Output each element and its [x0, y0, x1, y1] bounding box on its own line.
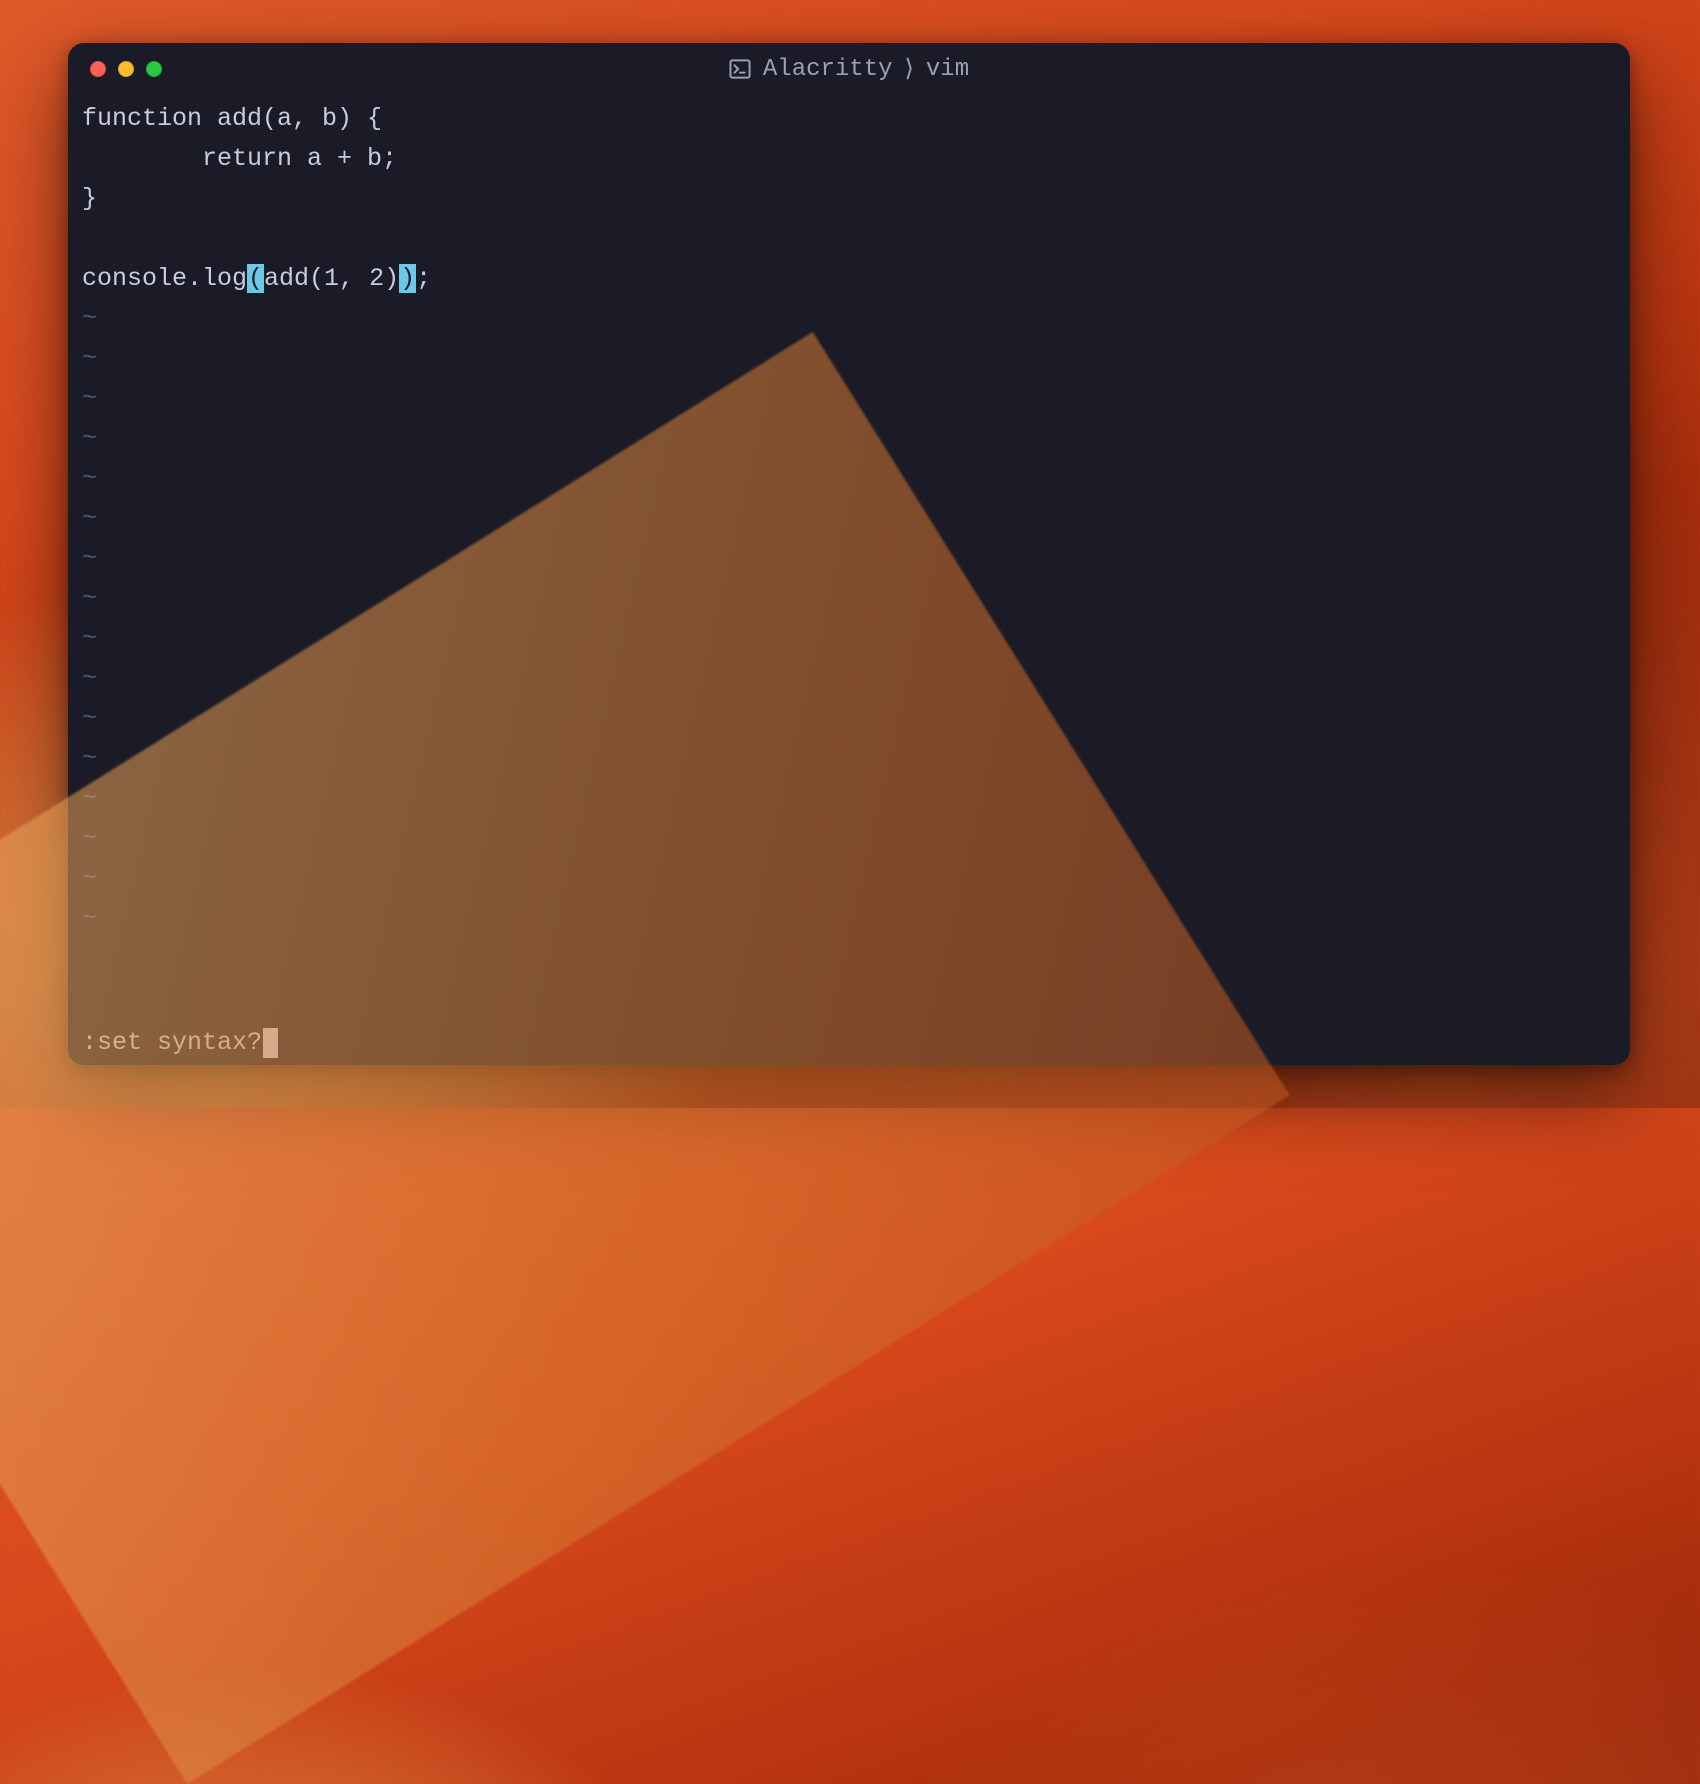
vim-empty-line: ~ — [82, 499, 1616, 539]
cursor-block-icon — [263, 1028, 278, 1058]
window-title: Alacritty ⟩ vim — [729, 54, 969, 84]
vim-command-line[interactable]: :set syntax? — [82, 1025, 1616, 1065]
code-line: } — [82, 179, 1616, 219]
window-title-proc: vim — [926, 56, 969, 83]
vim-empty-line: ~ — [82, 859, 1616, 899]
code-text: } — [82, 184, 97, 213]
window-title-sep: ⟩ — [905, 54, 914, 84]
vim-empty-line: ~ — [82, 539, 1616, 579]
close-button[interactable] — [90, 61, 106, 77]
minimize-button[interactable] — [118, 61, 134, 77]
code-line-blank — [82, 219, 1616, 259]
zoom-button[interactable] — [146, 61, 162, 77]
vim-empty-line: ~ — [82, 419, 1616, 459]
command-text: :set syntax? — [82, 1023, 262, 1063]
empty-lines-region: ~~~~~~~~~~~~~~~~ — [82, 299, 1616, 1025]
vim-empty-line: ~ — [82, 659, 1616, 699]
vim-empty-line: ~ — [82, 299, 1616, 339]
code-line: return a + b; — [82, 139, 1616, 179]
window-title-app: Alacritty — [763, 56, 893, 83]
terminal-viewport[interactable]: function add(a, b) { return a + b; } con… — [68, 95, 1630, 1065]
code-text: add(1, 2) — [264, 264, 399, 293]
terminal-icon — [729, 59, 751, 79]
code-text: return a + b; — [82, 144, 397, 173]
window-titlebar[interactable]: Alacritty ⟩ vim — [68, 43, 1630, 95]
vim-empty-line: ~ — [82, 699, 1616, 739]
vim-empty-line: ~ — [82, 619, 1616, 659]
vim-empty-line: ~ — [82, 579, 1616, 619]
vim-empty-line: ~ — [82, 459, 1616, 499]
code-text: function add(a, b) { — [82, 104, 382, 133]
window-traffic-lights — [90, 61, 162, 77]
code-text: ; — [416, 264, 431, 293]
vim-empty-line: ~ — [82, 739, 1616, 779]
terminal-window: Alacritty ⟩ vim function add(a, b) { ret… — [68, 43, 1630, 1065]
vim-empty-line: ~ — [82, 379, 1616, 419]
vim-empty-line: ~ — [82, 819, 1616, 859]
code-text: console.log — [82, 264, 247, 293]
match-paren-close: ) — [399, 264, 416, 293]
code-line: function add(a, b) { — [82, 99, 1616, 139]
vim-empty-line: ~ — [82, 779, 1616, 819]
match-paren-open: ( — [247, 264, 264, 293]
code-line: console.log(add(1, 2)); — [82, 259, 1616, 299]
vim-empty-line: ~ — [82, 339, 1616, 379]
vim-empty-line: ~ — [82, 899, 1616, 939]
